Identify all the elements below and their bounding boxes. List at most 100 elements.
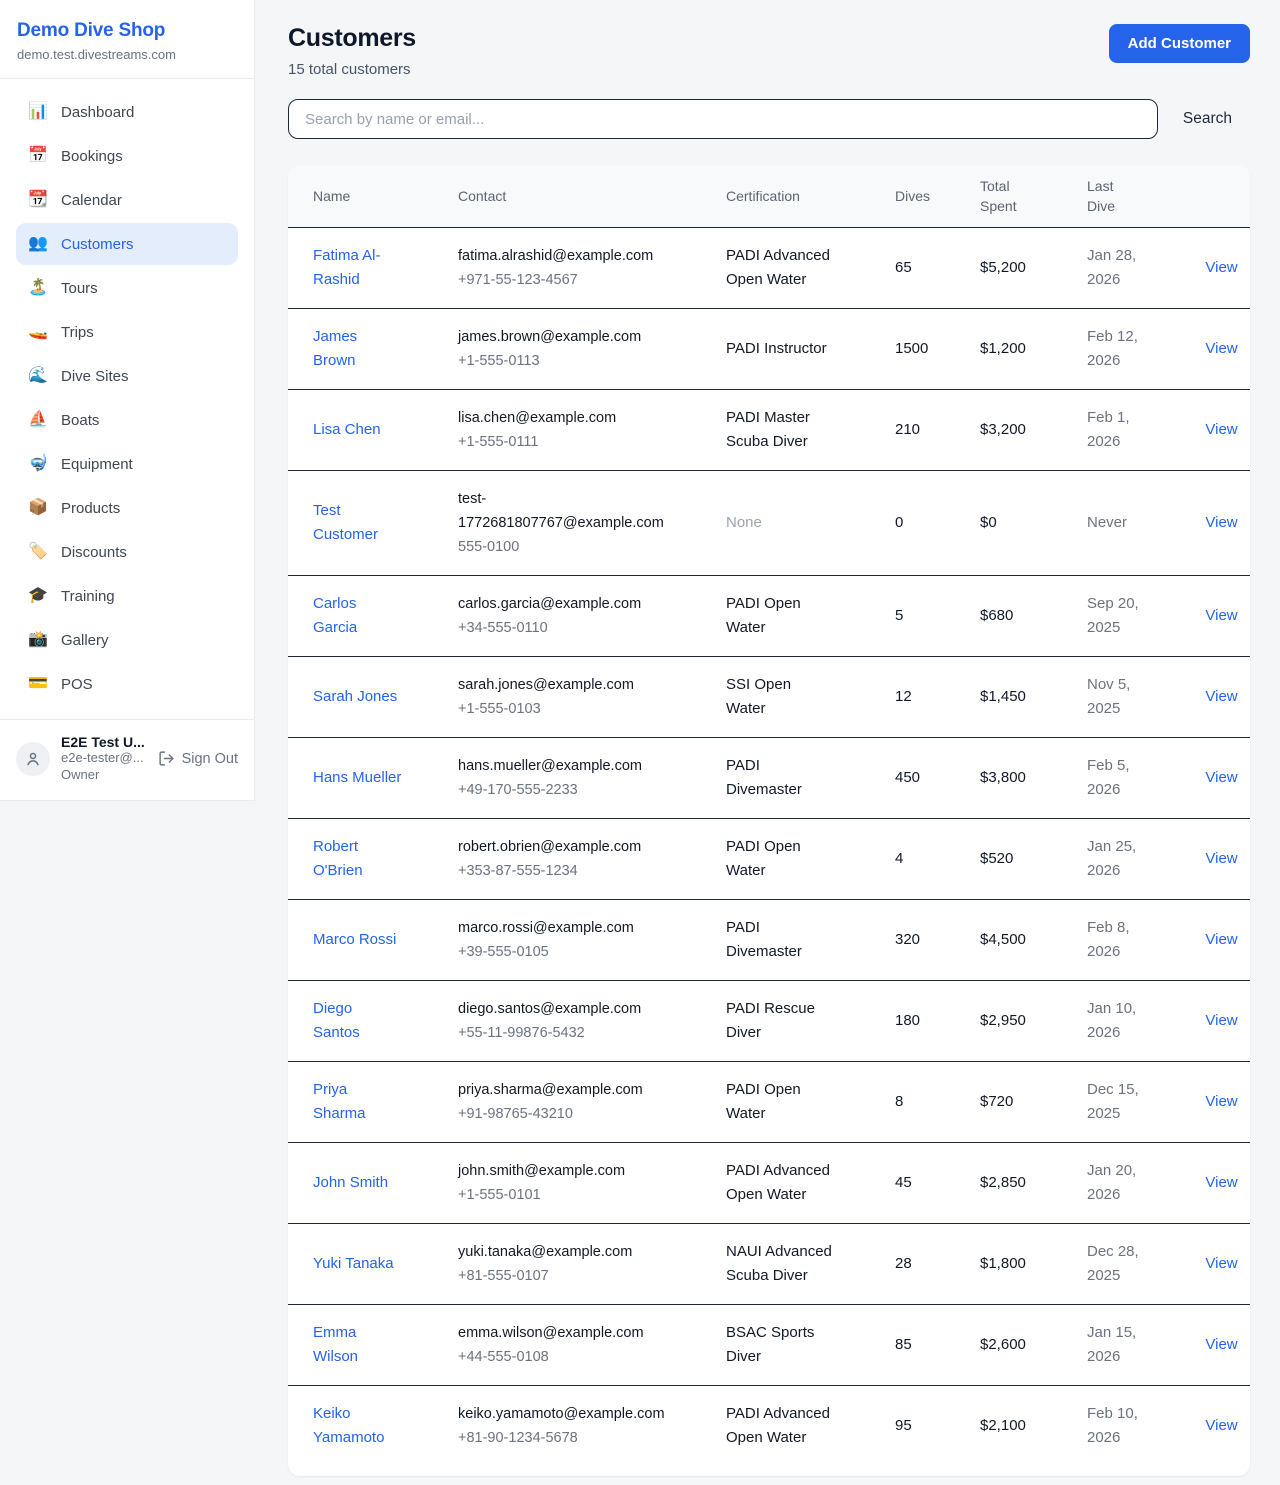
customer-name-link[interactable]: Diego Santos xyxy=(313,997,403,1045)
person-icon xyxy=(24,750,42,768)
view-customer-link[interactable]: View xyxy=(1205,1336,1237,1353)
sidebar-item-boats[interactable]: ⛵ Boats xyxy=(16,399,238,441)
shop-name: Demo Dive Shop xyxy=(17,20,234,42)
view-customer-link[interactable]: View xyxy=(1205,1093,1237,1110)
customer-email: robert.obrien@example.com xyxy=(458,835,678,859)
sidebar-item-discounts[interactable]: 🏷️ Discounts xyxy=(16,531,238,573)
customer-dives: 85 xyxy=(895,1305,980,1386)
customer-name-link[interactable]: Lisa Chen xyxy=(313,418,381,442)
customer-phone: +1-555-0111 xyxy=(458,430,726,454)
search-input[interactable] xyxy=(288,99,1158,139)
view-customer-link[interactable]: View xyxy=(1205,340,1237,357)
view-customer-link[interactable]: View xyxy=(1205,850,1237,867)
view-customer-link[interactable]: View xyxy=(1205,1417,1237,1434)
customer-dives: 5 xyxy=(895,576,980,657)
search-button[interactable]: Search xyxy=(1158,102,1250,136)
sign-out-button[interactable]: Sign Out xyxy=(158,750,238,767)
sidebar-nav: 📊 Dashboard 📅 Bookings 📆 Calendar 👥 Cust… xyxy=(0,79,254,719)
customer-total-spent: $2,950 xyxy=(980,981,1087,1062)
sidebar-item-calendar[interactable]: 📆 Calendar xyxy=(16,179,238,221)
customer-last-dive: Jan 15, 2026 xyxy=(1087,1321,1145,1369)
customer-total-spent: $3,800 xyxy=(980,738,1087,819)
customer-name-link[interactable]: Sarah Jones xyxy=(313,685,397,709)
add-customer-button[interactable]: Add Customer xyxy=(1109,24,1250,63)
sidebar-item-tours[interactable]: 🏝️ Tours xyxy=(16,267,238,309)
view-customer-link[interactable]: View xyxy=(1205,1255,1237,1272)
package-icon: 📦 xyxy=(28,500,48,516)
view-customer-link[interactable]: View xyxy=(1205,514,1237,531)
customer-total-spent: $3,200 xyxy=(980,390,1087,471)
customer-email: marco.rossi@example.com xyxy=(458,916,678,940)
view-customer-link[interactable]: View xyxy=(1205,688,1237,705)
customer-dives: 0 xyxy=(895,471,980,576)
view-customer-link[interactable]: View xyxy=(1205,421,1237,438)
customer-last-dive: Jan 25, 2026 xyxy=(1087,835,1145,883)
user-email: e2e-tester@... xyxy=(61,750,147,767)
sidebar-item-customers[interactable]: 👥 Customers xyxy=(16,223,238,265)
credit-card-icon: 💳 xyxy=(28,676,48,692)
customer-total-spent: $0 xyxy=(980,471,1087,576)
customer-certification: NAUI Advanced Scuba Diver xyxy=(726,1240,834,1288)
main-content: Customers 15 total customers Add Custome… xyxy=(255,0,1280,1476)
customer-name-link[interactable]: Priya Sharma xyxy=(313,1078,403,1126)
table-row: Emma Wilson emma.wilson@example.com +44-… xyxy=(288,1305,1250,1386)
customer-name-link[interactable]: Keiko Yamamoto xyxy=(313,1402,403,1450)
customer-name-link[interactable]: Emma Wilson xyxy=(313,1321,403,1369)
customer-email: priya.sharma@example.com xyxy=(458,1078,678,1102)
customer-last-dive: Jan 20, 2026 xyxy=(1087,1159,1145,1207)
customer-name-link[interactable]: Fatima Al-Rashid xyxy=(313,244,403,292)
customer-name-link[interactable]: Marco Rossi xyxy=(313,928,396,952)
view-customer-link[interactable]: View xyxy=(1205,769,1237,786)
customer-email: james.brown@example.com xyxy=(458,325,678,349)
customer-dives: 180 xyxy=(895,981,980,1062)
column-header-last-dive: Last Dive xyxy=(1087,165,1193,228)
sidebar-item-products[interactable]: 📦 Products xyxy=(16,487,238,529)
customers-table-card: Name Contact Certification Dives Total S… xyxy=(288,165,1250,1476)
customer-name-link[interactable]: Test Customer xyxy=(313,499,403,547)
sidebar-item-gallery[interactable]: 📸 Gallery xyxy=(16,619,238,661)
graduation-cap-icon: 🎓 xyxy=(28,588,48,604)
customer-dives: 8 xyxy=(895,1062,980,1143)
sidebar-item-training[interactable]: 🎓 Training xyxy=(16,575,238,617)
table-row: Sarah Jones sarah.jones@example.com +1-5… xyxy=(288,657,1250,738)
customer-last-dive: Never xyxy=(1087,511,1127,535)
page-title: Customers xyxy=(288,24,416,53)
sidebar-item-pos[interactable]: 💳 POS xyxy=(16,663,238,705)
customer-last-dive: Feb 5, 2026 xyxy=(1087,754,1145,802)
speedboat-icon: 🚤 xyxy=(28,324,48,340)
customer-name-link[interactable]: Yuki Tanaka xyxy=(313,1252,394,1276)
sidebar-item-bookings[interactable]: 📅 Bookings xyxy=(16,135,238,177)
customer-dives: 12 xyxy=(895,657,980,738)
view-customer-link[interactable]: View xyxy=(1205,1012,1237,1029)
sidebar-item-equipment[interactable]: 🤿 Equipment xyxy=(16,443,238,485)
customer-certification: PADI Divemaster xyxy=(726,916,834,964)
table-row: Hans Mueller hans.mueller@example.com +4… xyxy=(288,738,1250,819)
customer-certification: SSI Open Water xyxy=(726,673,834,721)
customer-total-spent: $1,450 xyxy=(980,657,1087,738)
sidebar-item-dive-sites[interactable]: 🌊 Dive Sites xyxy=(16,355,238,397)
customer-name-link[interactable]: James Brown xyxy=(313,325,403,373)
avatar xyxy=(16,742,50,776)
customer-phone: +91-98765-43210 xyxy=(458,1102,726,1126)
view-customer-link[interactable]: View xyxy=(1205,607,1237,624)
customer-last-dive: Dec 15, 2025 xyxy=(1087,1078,1145,1126)
sailboat-icon: ⛵ xyxy=(28,412,48,428)
customer-name-link[interactable]: Carlos Garcia xyxy=(313,592,403,640)
customer-certification: PADI Master Scuba Diver xyxy=(726,406,834,454)
view-customer-link[interactable]: View xyxy=(1205,259,1237,276)
sidebar-item-trips[interactable]: 🚤 Trips xyxy=(16,311,238,353)
customer-name-link[interactable]: Robert O'Brien xyxy=(313,835,403,883)
customer-name-link[interactable]: Hans Mueller xyxy=(313,766,401,790)
customer-certification: None xyxy=(726,511,762,535)
sidebar-user-footer: E2E Test U... e2e-tester@... Owner Sign … xyxy=(0,719,254,800)
customer-dives: 450 xyxy=(895,738,980,819)
customer-last-dive: Feb 10, 2026 xyxy=(1087,1402,1145,1450)
table-row: Priya Sharma priya.sharma@example.com +9… xyxy=(288,1062,1250,1143)
table-row: Diego Santos diego.santos@example.com +5… xyxy=(288,981,1250,1062)
view-customer-link[interactable]: View xyxy=(1205,1174,1237,1191)
customer-name-link[interactable]: John Smith xyxy=(313,1171,388,1195)
column-header-name: Name xyxy=(288,165,458,228)
table-row: Marco Rossi marco.rossi@example.com +39-… xyxy=(288,900,1250,981)
sidebar-item-dashboard[interactable]: 📊 Dashboard xyxy=(16,91,238,133)
view-customer-link[interactable]: View xyxy=(1205,931,1237,948)
